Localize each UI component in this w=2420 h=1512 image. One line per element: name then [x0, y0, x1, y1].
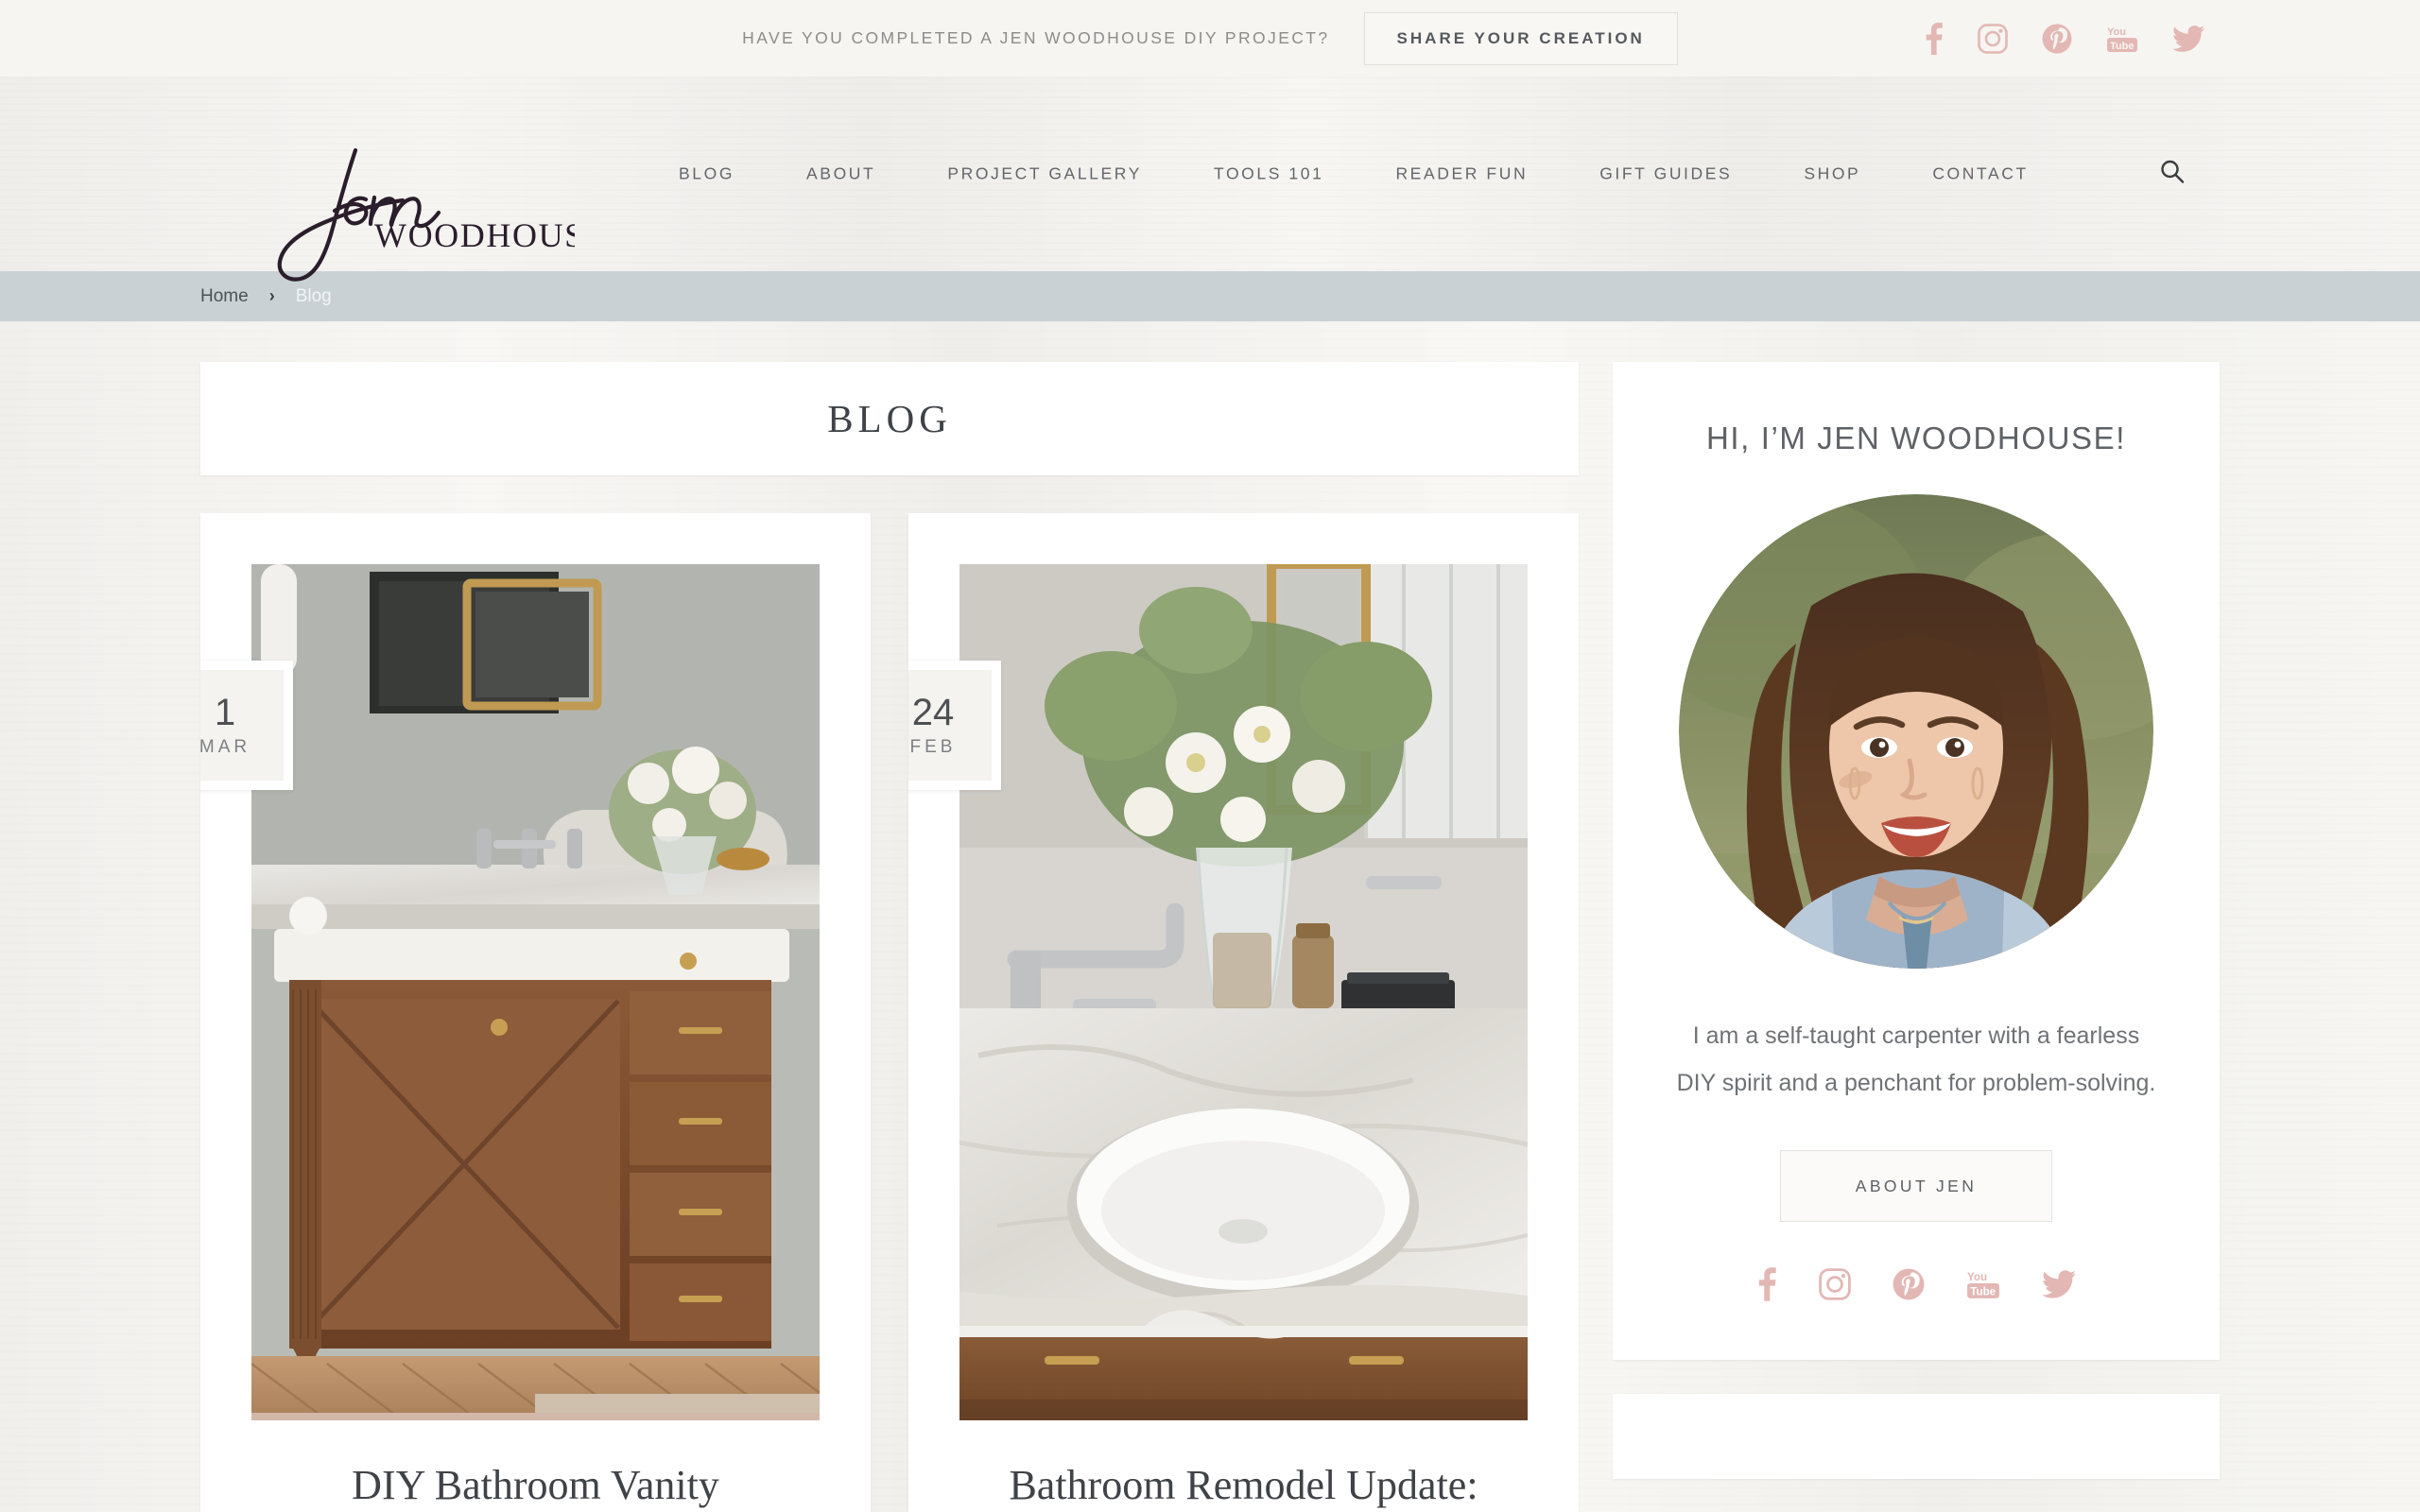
page-body: BLOG 1 MAR DIY Bathroom Vanity 24 FEB Ba… [0, 321, 2420, 1512]
youtube-icon[interactable]: You Tube [2106, 25, 2138, 53]
nav-item-blog[interactable]: BLOG [643, 164, 770, 184]
sidebar-social-links: You Tube [1664, 1267, 2169, 1301]
page-title-card: BLOG [200, 362, 1579, 475]
svg-text:You: You [1967, 1271, 1987, 1283]
nav-item-gift-guides[interactable]: GIFT GUIDES [1564, 164, 1768, 184]
site-header: WOODHOUSE BLOG ABOUT PROJECT GALLERY TOO… [0, 77, 2420, 282]
announcement-text: HAVE YOU COMPLETED A JEN WOODHOUSE DIY P… [742, 28, 1330, 47]
page-title: BLOG [827, 397, 952, 440]
breadcrumb-home[interactable]: Home [200, 286, 249, 307]
post-date-day: 24 [911, 691, 955, 733]
svg-text:Tube: Tube [1970, 1286, 1996, 1298]
share-creation-button[interactable]: SHARE YOUR CREATION [1363, 11, 1678, 65]
nav-item-tools-101[interactable]: TOOLS 101 [1178, 164, 1359, 184]
nav-item-project-gallery[interactable]: PROJECT GALLERY [911, 164, 1178, 184]
about-widget-heading: HI, I’M JEN WOODHOUSE! [1705, 421, 2127, 455]
pinterest-icon[interactable] [1893, 1268, 1925, 1300]
chevron-right-icon: › [268, 286, 275, 305]
breadcrumb-current: Blog [295, 285, 332, 306]
post-date-month: FEB [909, 736, 957, 757]
instagram-icon[interactable] [1978, 23, 2008, 54]
post-date-badge: 24 FEB [908, 661, 1001, 790]
post-title[interactable]: DIY Bathroom Vanity [251, 1460, 820, 1512]
about-widget-bio: I am a self-taught carpenter with a fear… [1676, 1022, 2156, 1096]
facebook-icon[interactable] [1924, 22, 1944, 55]
nav-item-about[interactable]: ABOUT [770, 164, 911, 184]
youtube-icon[interactable]: You Tube [1966, 1269, 2000, 1299]
main-content-column: BLOG 1 MAR DIY Bathroom Vanity 24 FEB Ba… [200, 362, 1579, 1512]
post-card[interactable]: 24 FEB Bathroom Remodel Update: [908, 513, 1579, 1512]
sidebar-secondary-widget [1613, 1394, 2220, 1479]
about-widget: HI, I’M JEN WOODHOUSE! I am a self-taugh… [1613, 362, 2220, 1360]
twitter-icon[interactable] [2042, 1270, 2076, 1298]
post-date-badge: 1 MAR [200, 661, 293, 790]
about-jen-button[interactable]: ABOUT JEN [1780, 1150, 2052, 1222]
svg-text:You: You [2107, 26, 2126, 38]
site-logo[interactable]: WOODHOUSE [244, 124, 575, 284]
nav-item-shop[interactable]: SHOP [1768, 164, 1896, 184]
avatar [1679, 494, 2153, 969]
post-grid: 1 MAR DIY Bathroom Vanity 24 FEB Bathroo… [200, 513, 1579, 1512]
post-title[interactable]: Bathroom Remodel Update: Vanity Construc… [959, 1460, 1528, 1512]
post-thumbnail[interactable] [959, 564, 1528, 1420]
sidebar: HI, I’M JEN WOODHOUSE! I am a self-taugh… [1613, 362, 2220, 1479]
logo-wordmark: WOODHOUSE [374, 216, 575, 254]
svg-text:Tube: Tube [2110, 41, 2134, 52]
twitter-icon[interactable] [2172, 25, 2204, 52]
facebook-icon[interactable] [1756, 1267, 1777, 1301]
post-card[interactable]: 1 MAR DIY Bathroom Vanity [200, 513, 871, 1512]
nav-item-reader-fun[interactable]: READER FUN [1359, 164, 1564, 184]
post-thumbnail[interactable] [251, 564, 820, 1420]
search-icon[interactable] [2160, 160, 2185, 189]
pinterest-icon[interactable] [2042, 24, 2072, 54]
nav-item-contact[interactable]: CONTACT [1896, 164, 2064, 184]
announcement-bar: HAVE YOU COMPLETED A JEN WOODHOUSE DIY P… [0, 0, 2420, 77]
topbar-social-links: You Tube [1924, 22, 2204, 55]
post-date-month: MAR [200, 736, 251, 757]
instagram-icon[interactable] [1819, 1268, 1851, 1300]
post-date-day: 1 [214, 691, 236, 733]
main-navigation: BLOG ABOUT PROJECT GALLERY TOOLS 101 REA… [643, 164, 2065, 184]
